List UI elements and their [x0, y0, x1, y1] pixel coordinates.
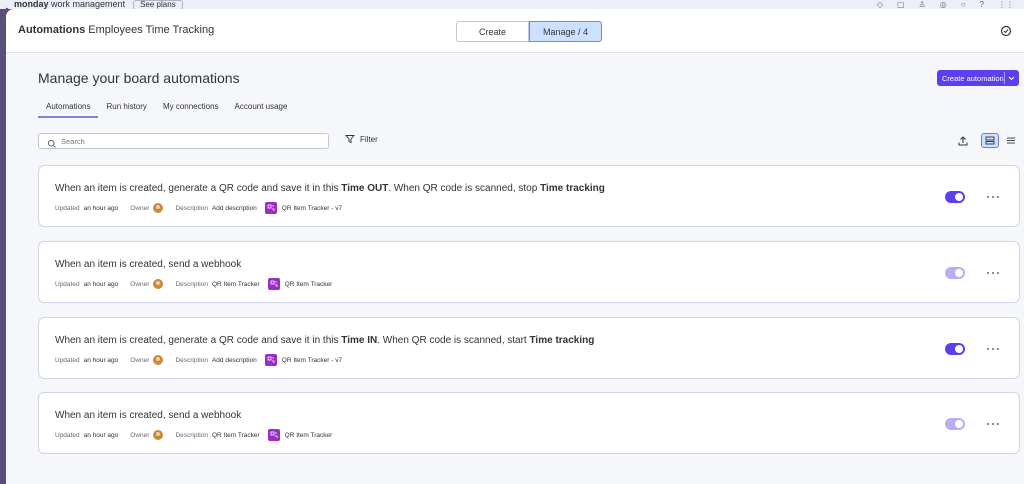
owner-label: Owner	[130, 431, 150, 439]
list-view-icon	[1007, 137, 1015, 144]
more-options-icon[interactable]	[987, 192, 999, 202]
card-view-toggle[interactable]	[981, 133, 999, 148]
grid-icon[interactable]: ⋮⋮	[998, 0, 1014, 9]
app-name: QR Item Tracker	[284, 280, 333, 288]
description-value: QR Item Tracker	[211, 280, 260, 288]
updated-label: Updated	[55, 356, 80, 364]
apps-icon[interactable]: ◎	[940, 0, 947, 9]
brand-name: monday work management	[14, 0, 126, 9]
automation-toggle[interactable]	[945, 191, 965, 203]
updated-value: an hour ago	[83, 431, 119, 439]
add-description-link[interactable]: Add description	[212, 357, 257, 364]
description-label: Description	[175, 204, 208, 212]
chevron-down-icon[interactable]	[1007, 72, 1016, 84]
updated-label: Updated	[55, 204, 80, 212]
create-automation-label: Create automation	[942, 73, 1004, 83]
app-top-bar: monday work management See plans ◇ ▢ ♙ ◎…	[0, 0, 1024, 9]
search-input[interactable]	[61, 136, 301, 146]
owner-label: Owner	[130, 356, 150, 364]
create-automation-button[interactable]: Create automation	[937, 70, 1019, 86]
app-name: QR Item Tracker - v7	[281, 204, 343, 212]
more-options-icon[interactable]	[987, 344, 999, 354]
tab-bar: Automations Run history My connections A…	[38, 100, 295, 118]
tab-run-history[interactable]: Run history	[98, 100, 154, 118]
modal-title: Automations Employees Time Tracking	[18, 24, 215, 36]
automation-card[interactable]: When an item is created, generate a QR c…	[38, 317, 1020, 379]
card-view-icon	[985, 136, 995, 145]
feedback-icon[interactable]	[1000, 24, 1012, 37]
bell-icon[interactable]: ◇	[877, 0, 883, 9]
description-label: Description	[175, 431, 208, 439]
more-options-icon[interactable]	[987, 419, 999, 429]
automation-recipe: When an item is created, generate a QR c…	[55, 183, 605, 194]
owner-label: Owner	[130, 280, 150, 288]
qr-app-icon	[264, 354, 277, 366]
description-label: Description	[175, 280, 208, 288]
export-icon[interactable]	[957, 134, 969, 146]
updated-label: Updated	[55, 280, 80, 288]
qr-app-icon	[264, 202, 277, 214]
automation-recipe: When an item is created, send a webhook	[55, 410, 242, 421]
modal-header: Automations Employees Time Tracking Crea…	[6, 9, 1024, 53]
top-bar-icons: ◇ ▢ ♙ ◎ ○ ? ⋮⋮	[877, 0, 1014, 9]
avatar[interactable]	[153, 355, 164, 365]
app-name: QR Item Tracker	[284, 431, 333, 439]
filter-label: Filter	[360, 134, 378, 144]
see-plans-button[interactable]: See plans	[133, 0, 183, 9]
search-top-icon[interactable]: ○	[961, 0, 966, 9]
add-description-link[interactable]: Add description	[212, 205, 257, 212]
automation-meta: Updated an hour ago Owner Description Ad…	[55, 353, 342, 367]
button-divider	[1004, 72, 1005, 84]
monday-logo-icon	[2, 1, 10, 9]
automation-card[interactable]: When an item is created, send a webhook …	[38, 392, 1020, 454]
app-name: QR Item Tracker - v7	[281, 356, 343, 364]
page-title: Manage your board automations	[38, 70, 240, 86]
automation-toggle[interactable]	[945, 343, 965, 355]
automations-modal: Automations Employees Time Tracking Crea…	[6, 9, 1024, 484]
mode-segmented-control: Create Manage / 4	[456, 21, 602, 42]
qr-app-icon	[267, 278, 280, 290]
manage-segment-button[interactable]: Manage / 4	[529, 21, 602, 42]
automation-card[interactable]: When an item is created, send a webhook …	[38, 241, 1020, 303]
filter-button[interactable]: Filter	[345, 134, 378, 144]
owner-label: Owner	[130, 204, 150, 212]
automation-meta: Updated an hour ago Owner Description QR…	[55, 277, 332, 291]
updated-value: an hour ago	[83, 204, 119, 212]
avatar[interactable]	[153, 279, 164, 289]
updated-label: Updated	[55, 431, 80, 439]
updated-value: an hour ago	[83, 280, 119, 288]
qr-app-icon	[267, 429, 280, 441]
more-options-icon[interactable]	[987, 268, 999, 278]
filter-icon	[345, 135, 355, 144]
search-icon	[47, 136, 57, 148]
automation-toggle[interactable]	[945, 267, 965, 279]
create-segment-button[interactable]: Create	[456, 21, 529, 42]
help-icon[interactable]: ?	[980, 0, 984, 9]
avatar[interactable]	[153, 203, 164, 213]
automation-recipe: When an item is created, generate a QR c…	[55, 335, 595, 346]
people-icon[interactable]: ♙	[919, 0, 926, 9]
description-label: Description	[175, 356, 208, 364]
automation-meta: Updated an hour ago Owner Description Ad…	[55, 201, 342, 215]
tab-my-connections[interactable]: My connections	[155, 100, 227, 118]
list-view-toggle[interactable]	[1002, 133, 1020, 148]
search-box	[38, 133, 329, 149]
automation-meta: Updated an hour ago Owner Description QR…	[55, 428, 332, 442]
automation-card[interactable]: When an item is created, generate a QR c…	[38, 165, 1020, 227]
tab-account-usage[interactable]: Account usage	[227, 100, 296, 118]
automation-toggle[interactable]	[945, 418, 965, 430]
automation-recipe: When an item is created, send a webhook	[55, 259, 242, 270]
avatar[interactable]	[153, 430, 164, 440]
description-value: QR Item Tracker	[211, 431, 260, 439]
tab-automations[interactable]: Automations	[38, 100, 99, 118]
updated-value: an hour ago	[83, 356, 119, 364]
inbox-icon[interactable]: ▢	[897, 0, 905, 9]
